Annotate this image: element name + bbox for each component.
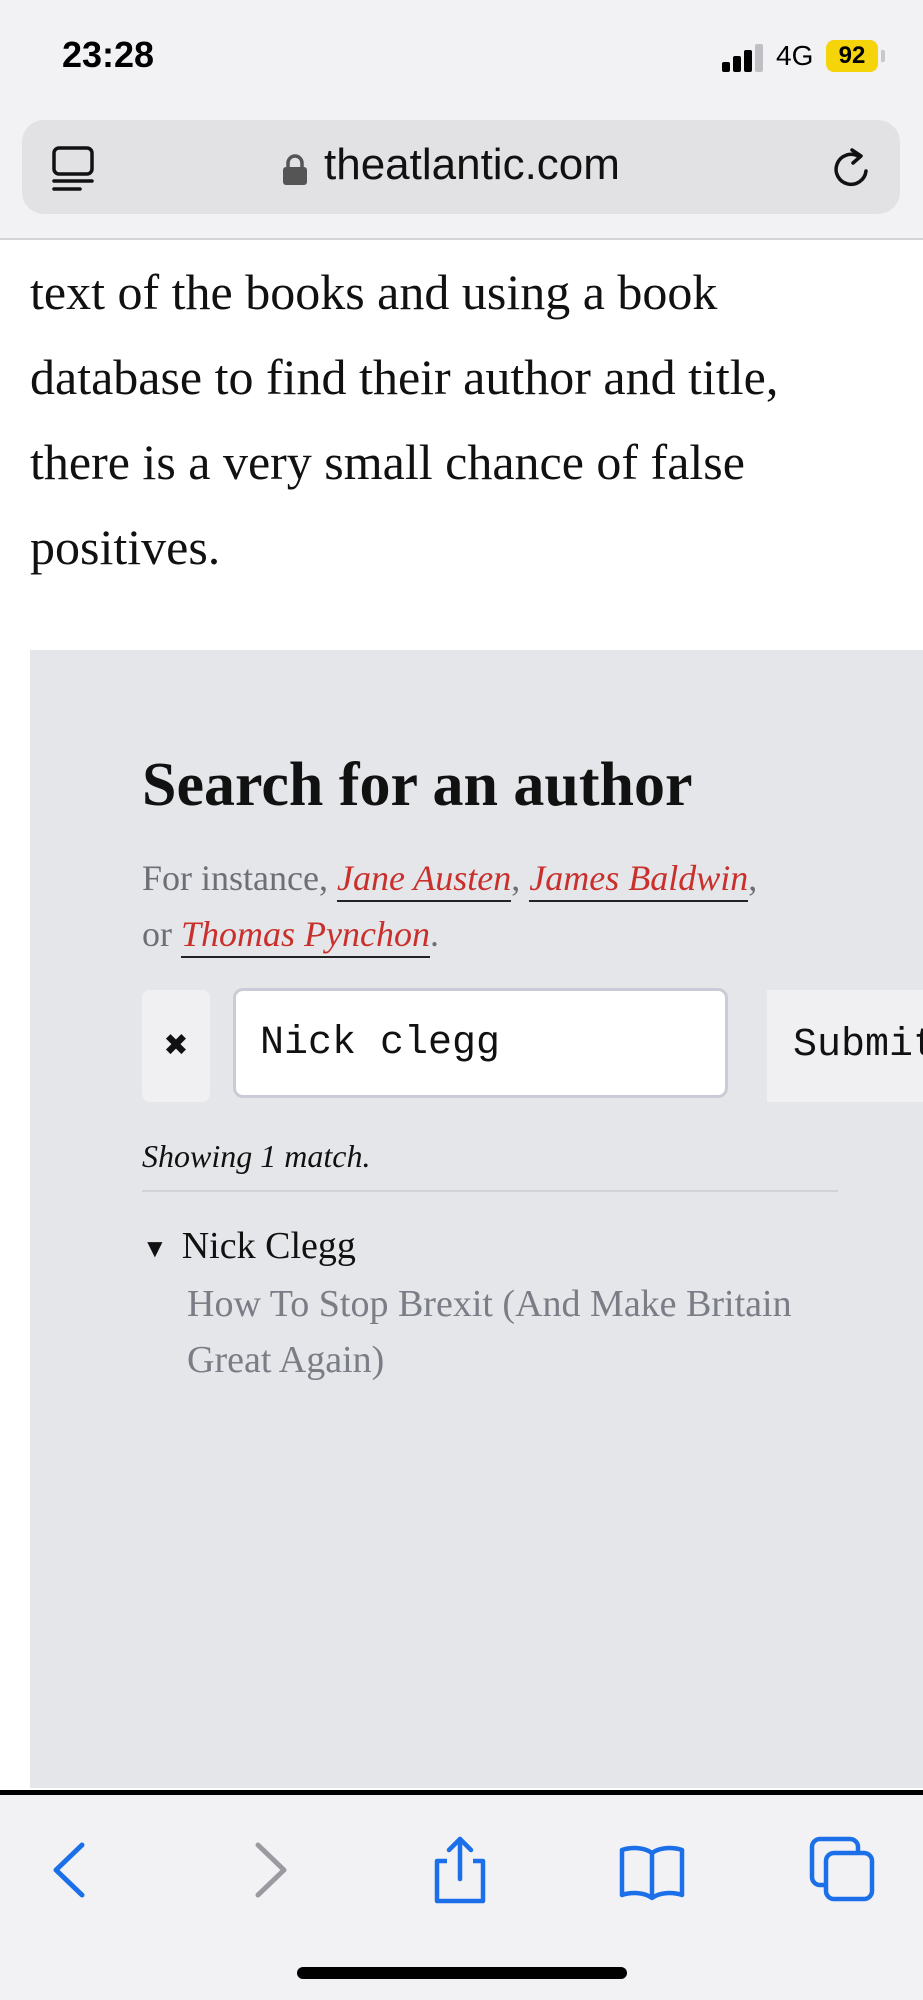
address-bar-area: theatlantic.com bbox=[0, 112, 923, 240]
address-bar[interactable]: theatlantic.com bbox=[22, 120, 900, 214]
page-menu-icon[interactable] bbox=[50, 144, 96, 192]
author-search-input[interactable] bbox=[233, 988, 728, 1098]
result-book-title: How To Stop Brexit (And Make Britain Gre… bbox=[187, 1283, 792, 1381]
period: . bbox=[429, 914, 439, 954]
lock-icon bbox=[283, 154, 307, 185]
result-author-toggle[interactable]: ▼ Nick Clegg bbox=[142, 1224, 356, 1268]
tabs-icon[interactable] bbox=[808, 1835, 878, 1905]
forward-icon[interactable] bbox=[234, 1835, 304, 1905]
home-indicator bbox=[297, 1967, 627, 1979]
separator: , bbox=[511, 858, 530, 898]
status-bar: 23:28 4G 92 bbox=[0, 0, 923, 112]
cellular-signal-icon bbox=[722, 44, 766, 72]
author-search-panel: Search for an author For instance, Jane … bbox=[30, 650, 923, 1788]
article-paragraph: text of the books and using a book datab… bbox=[30, 264, 779, 575]
example-link-james-baldwin[interactable]: James Baldwin bbox=[529, 858, 749, 902]
clear-button[interactable]: ✖ bbox=[142, 990, 210, 1102]
or-text: or bbox=[142, 914, 181, 954]
bookmarks-icon[interactable] bbox=[617, 1835, 687, 1905]
network-type: 4G bbox=[776, 40, 814, 71]
separator: , bbox=[748, 858, 758, 898]
instance-prefix: For instance, bbox=[142, 858, 337, 898]
example-link-jane-austen[interactable]: Jane Austen bbox=[336, 858, 512, 902]
results-summary: Showing 1 match. bbox=[142, 1138, 371, 1174]
battery-nub bbox=[881, 50, 885, 62]
search-title: Search for an author bbox=[142, 751, 693, 819]
reload-icon[interactable] bbox=[828, 146, 874, 192]
back-icon[interactable] bbox=[36, 1835, 106, 1905]
status-time: 23:28 bbox=[62, 34, 155, 75]
url-text[interactable]: theatlantic.com bbox=[324, 140, 620, 190]
expand-triangle-icon: ▼ bbox=[142, 1234, 168, 1264]
example-link-thomas-pynchon[interactable]: Thomas Pynchon bbox=[181, 914, 430, 958]
submit-button[interactable]: Submit bbox=[767, 990, 923, 1102]
result-author-name: Nick Clegg bbox=[181, 1225, 356, 1267]
battery-level: 92 bbox=[826, 40, 878, 72]
results-divider bbox=[142, 1190, 838, 1192]
search-examples: For instance, Jane Austen, James Baldwin… bbox=[142, 850, 842, 962]
share-icon[interactable] bbox=[425, 1835, 495, 1905]
